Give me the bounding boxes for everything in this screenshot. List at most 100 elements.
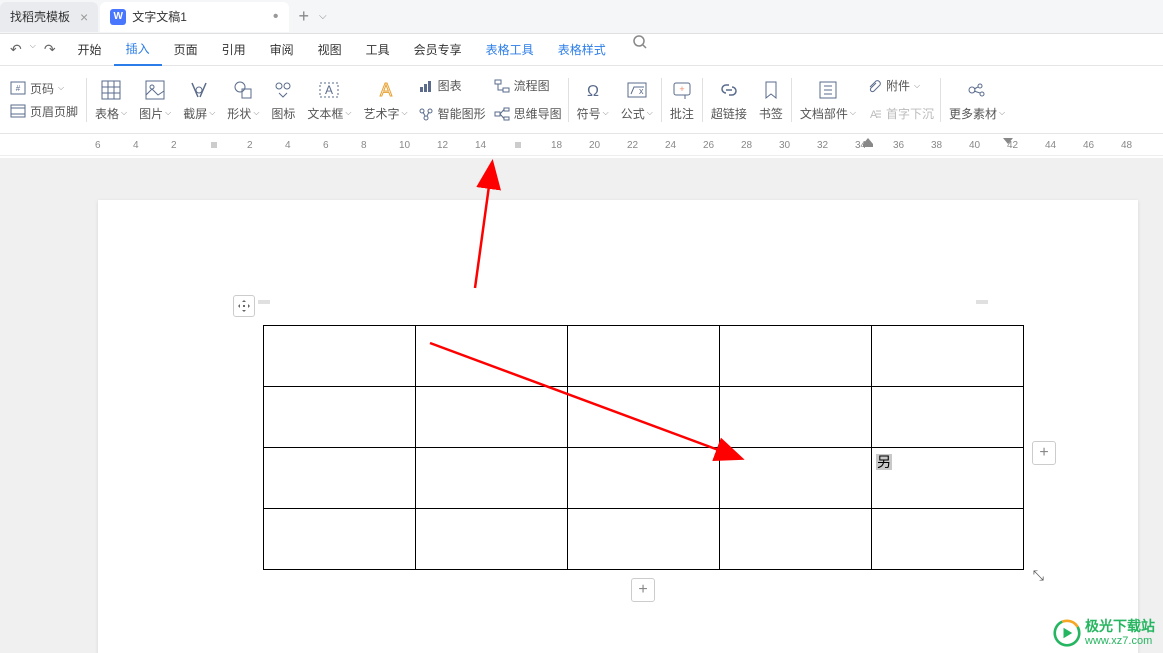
svg-text:+: + (679, 84, 684, 94)
ruler-tick: 22 (627, 140, 638, 151)
ruler-tick: 4 (285, 140, 291, 151)
menu-reference[interactable]: 引用 (210, 34, 258, 66)
smartart-button[interactable]: 智能图形 (418, 102, 486, 126)
attachment-button[interactable]: 附件⌵ (866, 74, 934, 98)
symbol-button[interactable]: Ω 符号⌵ (571, 74, 615, 126)
ruler-tick: 14 (475, 140, 486, 151)
svg-text:#: # (16, 84, 21, 93)
ruler-tick: 30 (779, 140, 790, 151)
menu-page[interactable]: 页面 (162, 34, 210, 66)
ruler-tick: 6 (323, 140, 329, 151)
wordart-button[interactable]: A 艺术字⌵ (358, 74, 414, 126)
shape-button[interactable]: 形状⌵ (221, 74, 265, 126)
table-button[interactable]: 表格⌵ (89, 74, 133, 126)
ruler-tick: 40 (969, 140, 980, 151)
page[interactable]: 另 + + ⤡ ⌵ (98, 200, 1138, 653)
add-tab-button[interactable]: + (291, 6, 318, 27)
watermark-logo-icon (1053, 619, 1081, 647)
search-icon[interactable] (618, 34, 662, 66)
svg-text:Ω: Ω (587, 83, 599, 100)
header-footer-button[interactable]: 页眉页脚 (10, 103, 78, 120)
ruler-tick: 6 (95, 140, 101, 151)
tab-bar: 找稻壳模板 × W 文字文稿1 • + ⌵ (0, 0, 1163, 34)
ruler-tick: 18 (551, 140, 562, 151)
menu-insert[interactable]: 插入 (114, 34, 162, 66)
ruler-tick (513, 140, 523, 153)
add-row-button[interactable]: + (631, 578, 655, 602)
ruler-tick: 10 (399, 140, 410, 151)
chart-button[interactable]: 图表 (418, 74, 486, 98)
ruler-tick: 28 (741, 140, 752, 151)
table-move-handle[interactable] (233, 295, 255, 317)
watermark: 极光下载站 www.xz7.com (1053, 619, 1155, 647)
icon-button[interactable]: 图标 (265, 74, 301, 126)
ruler-tick: 20 (589, 140, 600, 151)
ruler-tick: 44 (1045, 140, 1056, 151)
ruler-tick: 46 (1083, 140, 1094, 151)
add-column-button[interactable]: + (1032, 441, 1056, 465)
ruler-tick: 8 (361, 140, 367, 151)
ruler-tick: 12 (437, 140, 448, 151)
table-row (264, 509, 1024, 570)
ruler-tick: 2 (171, 140, 177, 151)
menu-tools[interactable]: 工具 (354, 34, 402, 66)
redo-icon[interactable]: ↷ (42, 39, 58, 60)
more-resources-button[interactable]: 更多素材⌵ (943, 74, 1011, 126)
comment-button[interactable]: + 批注 (664, 74, 700, 126)
undo-dropdown[interactable]: ⌵ (28, 39, 38, 60)
menu-table-style[interactable]: 表格样式 (546, 34, 618, 66)
ruler-tick: 38 (931, 140, 942, 151)
flowchart-button[interactable]: 流程图 (494, 74, 562, 98)
ruler-tick (209, 140, 219, 153)
equation-button[interactable]: x 公式⌵ (615, 74, 659, 126)
tab-template[interactable]: 找稻壳模板 × (0, 2, 98, 32)
ruler[interactable]: 6422468101214182022242628303234363840424… (0, 134, 1163, 156)
textbox-button[interactable]: A 文本框⌵ (301, 74, 357, 126)
add-tab-dropdown[interactable]: ⌵ (317, 11, 327, 22)
unsaved-dot-icon: • (273, 8, 279, 26)
ruler-tick: 36 (893, 140, 904, 151)
svg-text:A: A (325, 83, 333, 97)
ruler-tick: 2 (247, 140, 253, 151)
word-doc-icon: W (110, 9, 126, 25)
ruler-tick: 26 (703, 140, 714, 151)
ruler-tick: 32 (817, 140, 828, 151)
ruler-tick: 24 (665, 140, 676, 151)
watermark-url: www.xz7.com (1085, 635, 1155, 647)
picture-button[interactable]: 图片⌵ (133, 74, 177, 126)
menu-review[interactable]: 审阅 (258, 34, 306, 66)
tab-template-label: 找稻壳模板 (10, 8, 70, 25)
watermark-title: 极光下载站 (1085, 619, 1155, 634)
indent-marker[interactable] (863, 134, 873, 151)
tab-doc-label: 文字文稿1 (132, 8, 187, 25)
table-cell-r2c4[interactable]: 另 (872, 448, 1024, 509)
document-table[interactable]: 另 (263, 325, 1024, 570)
doc-parts-button[interactable]: 文档部件⌵ (794, 74, 862, 126)
table-row (264, 326, 1024, 387)
menu-bar: ↶ ⌵ ↷ 开始 插入 页面 引用 审阅 视图 工具 会员专享 表格工具 表格样… (0, 34, 1163, 66)
menu-view[interactable]: 视图 (306, 34, 354, 66)
table-container: 另 + + ⤡ (263, 325, 1024, 570)
dropcap-button[interactable]: A 首字下沉 (866, 102, 934, 126)
table-row: 另 (264, 448, 1024, 509)
menu-start[interactable]: 开始 (66, 34, 114, 66)
document-area: 另 + + ⤡ ⌵ (0, 158, 1163, 653)
bookmark-button[interactable]: 书签 (753, 74, 789, 126)
ribbon-insert: # 页码⌵ 页眉页脚 表格⌵ 图片⌵ 截屏⌵ 形状⌵ 图标 A 文本框⌵ A (0, 66, 1163, 134)
menu-vip[interactable]: 会员专享 (402, 34, 474, 66)
table-row (264, 387, 1024, 448)
undo-icon[interactable]: ↶ (8, 39, 24, 60)
page-number-button[interactable]: # 页码⌵ (10, 80, 64, 97)
indent-marker[interactable] (1003, 134, 1013, 151)
tab-document[interactable]: W 文字文稿1 • (100, 2, 288, 32)
svg-text:A: A (380, 80, 392, 100)
svg-text:x: x (639, 86, 644, 96)
mindmap-button[interactable]: 思维导图 (494, 102, 562, 126)
close-icon[interactable]: × (80, 9, 88, 25)
screenshot-button[interactable]: 截屏⌵ (177, 74, 221, 126)
table-resize-handle[interactable]: ⤡ (1033, 567, 1044, 584)
ruler-tick: 48 (1121, 140, 1132, 151)
menu-table-tools[interactable]: 表格工具 (474, 34, 546, 66)
hyperlink-button[interactable]: 超链接 (705, 74, 753, 126)
ruler-tick: 4 (133, 140, 139, 151)
